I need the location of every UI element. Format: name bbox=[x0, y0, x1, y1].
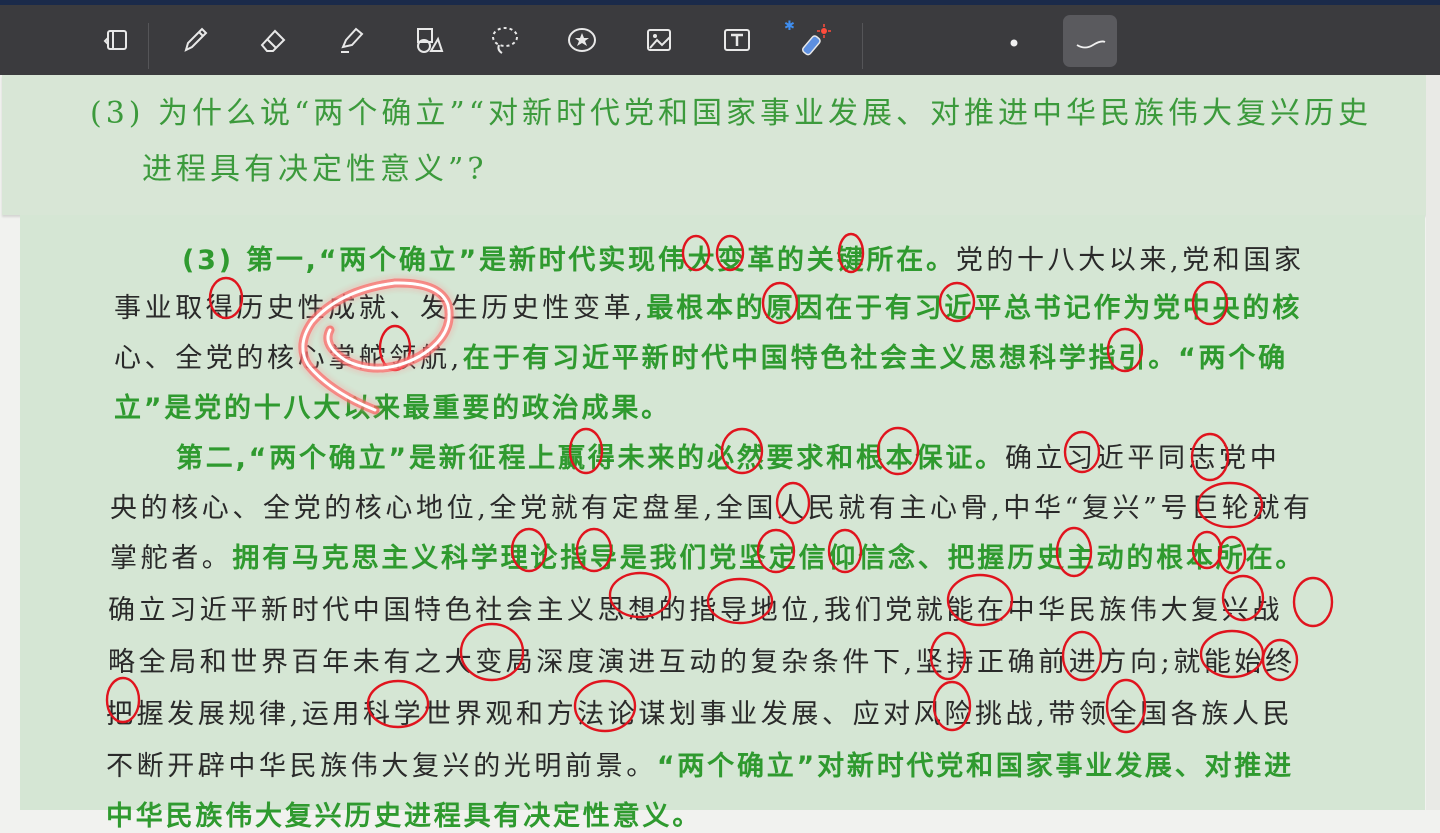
text-box-icon bbox=[724, 29, 750, 51]
answer-line-7-bold: 拥有马克思主义科学理论指导是我们党坚定信仰信念、把握历史主动的根本所在。 bbox=[232, 543, 1306, 574]
answer-line-3: 心、全党的核心掌舵领航,在于有习近平新时代中国特色社会主义思想科学指引。“两个确 bbox=[114, 336, 1288, 375]
answer-line-11: 不断开辟中华民族伟大复兴的光明前景。“两个确立”对新时代党和国家事业发展、对推进 bbox=[106, 744, 1294, 783]
answer-line-4: 立”是党的十八大以来最重要的政治成果。 bbox=[114, 386, 671, 425]
shapes-icon bbox=[417, 28, 444, 53]
answer-line-12-bold: 中华民族伟大复兴历史进程具有决定性意义。 bbox=[106, 801, 702, 832]
answer-line-1-bold: (3) 第一,“两个确立”是新时代实现伟大变革的关键所在。 bbox=[182, 245, 956, 276]
answer-line-10: 把握发展规律,运用科学世界观和方法论谋划事业发展、应对风险挑战,带领全国各族人民 bbox=[106, 699, 1294, 730]
answer-line-12: 中华民族伟大复兴历史进程具有决定性意义。 bbox=[106, 794, 702, 833]
dot-size-icon bbox=[1010, 39, 1018, 47]
page-layout-button[interactable] bbox=[94, 17, 140, 63]
answer-line-1: (3) 第一,“两个确立”是新时代实现伟大变革的关键所在。党的十八大以来,党和国… bbox=[182, 238, 1305, 277]
answer-line-5-bold: 第二,“两个确立”是新征程上赢得未来的必然要求和根本保证。 bbox=[176, 443, 1005, 474]
question-line-1: (3) 为什么说“两个确立”“对新时代党和国家事业发展、对推进中华民族伟大复兴历… bbox=[90, 96, 1373, 131]
answer-line-6: 央的核心、全党的核心地位,全党就有定盘星,全国人民就有主心骨,中华“复兴”号巨轮… bbox=[110, 493, 1314, 524]
answer-line-5: 第二,“两个确立”是新征程上赢得未来的必然要求和根本保证。确立习近平同志党中 bbox=[176, 436, 1280, 475]
stroke-style-button[interactable] bbox=[1063, 15, 1117, 67]
answer-line-5-text: 确立习近平同志党中 bbox=[1004, 443, 1281, 474]
toolbar-separator bbox=[148, 23, 149, 69]
answer-line-2: 事业取得历史性成就、发生历史性变革,最根本的原因在于有习近平总书记作为党中央的核 bbox=[114, 286, 1302, 325]
text-box-button[interactable] bbox=[714, 17, 760, 63]
answer-line-4-bold: 立”是党的十八大以来最重要的政治成果。 bbox=[114, 393, 671, 424]
image-button[interactable] bbox=[636, 17, 682, 63]
answer-line-9: 略全局和世界百年未有之大变局深度演进互动的复杂条件下,坚持正确前进方向;就能始终 bbox=[108, 647, 1296, 678]
answer-line-2-text: 事业取得历史性成就、发生历史性变革, bbox=[114, 293, 647, 324]
annotation-toolbar: ✱ bbox=[0, 0, 1440, 75]
shapes-button[interactable] bbox=[405, 17, 451, 63]
stroke-size-button[interactable] bbox=[985, 17, 1031, 63]
laser-pointer-button[interactable] bbox=[792, 17, 838, 63]
answer-line-3-bold: 在于有习近平新时代中国特色社会主义思想科学指引。“两个确 bbox=[462, 343, 1288, 374]
lasso-button[interactable] bbox=[482, 17, 528, 63]
page-layout-icon bbox=[103, 30, 127, 50]
lasso-icon bbox=[492, 27, 518, 54]
highlighter-icon bbox=[341, 27, 364, 53]
answer-line-11-bold: “两个确立”对新时代党和国家事业发展、对推进 bbox=[656, 751, 1294, 782]
image-icon bbox=[647, 29, 671, 51]
sticker-button[interactable] bbox=[559, 17, 605, 63]
laser-pointer-icon bbox=[801, 24, 831, 56]
answer-line-3-text: 心、全党的核心掌舵领航, bbox=[114, 343, 463, 374]
question-line-2: 进程具有决定性意义”? bbox=[142, 152, 488, 187]
pen-icon bbox=[184, 27, 208, 52]
answer-line-1-text: 党的十八大以来,党和国家 bbox=[955, 245, 1305, 276]
answer-line-2-bold: 最根本的原因在于有习近平总书记作为党中央的核 bbox=[646, 293, 1302, 324]
eraser-button[interactable] bbox=[250, 17, 296, 63]
answer-line-7: 掌舵者。拥有马克思主义科学理论指导是我们党坚定信仰信念、把握历史主动的根本所在。 bbox=[110, 536, 1305, 575]
curve-stroke-icon bbox=[1076, 40, 1106, 49]
eraser-icon bbox=[260, 29, 286, 52]
answer-line-8: 确立习近平新时代中国特色社会主义思想的指导地位,我们党就能在中华民族伟大复兴战 bbox=[108, 595, 1283, 626]
pen-button[interactable] bbox=[172, 17, 218, 63]
answer-line-11-text: 不断开辟中华民族伟大复兴的光明前景。 bbox=[106, 751, 657, 782]
sticker-icon bbox=[568, 28, 596, 52]
page-gutter bbox=[1426, 75, 1440, 810]
answer-line-7-text: 掌舵者。 bbox=[110, 543, 233, 574]
highlighter-button[interactable] bbox=[328, 17, 374, 63]
toolbar-separator bbox=[862, 23, 863, 69]
